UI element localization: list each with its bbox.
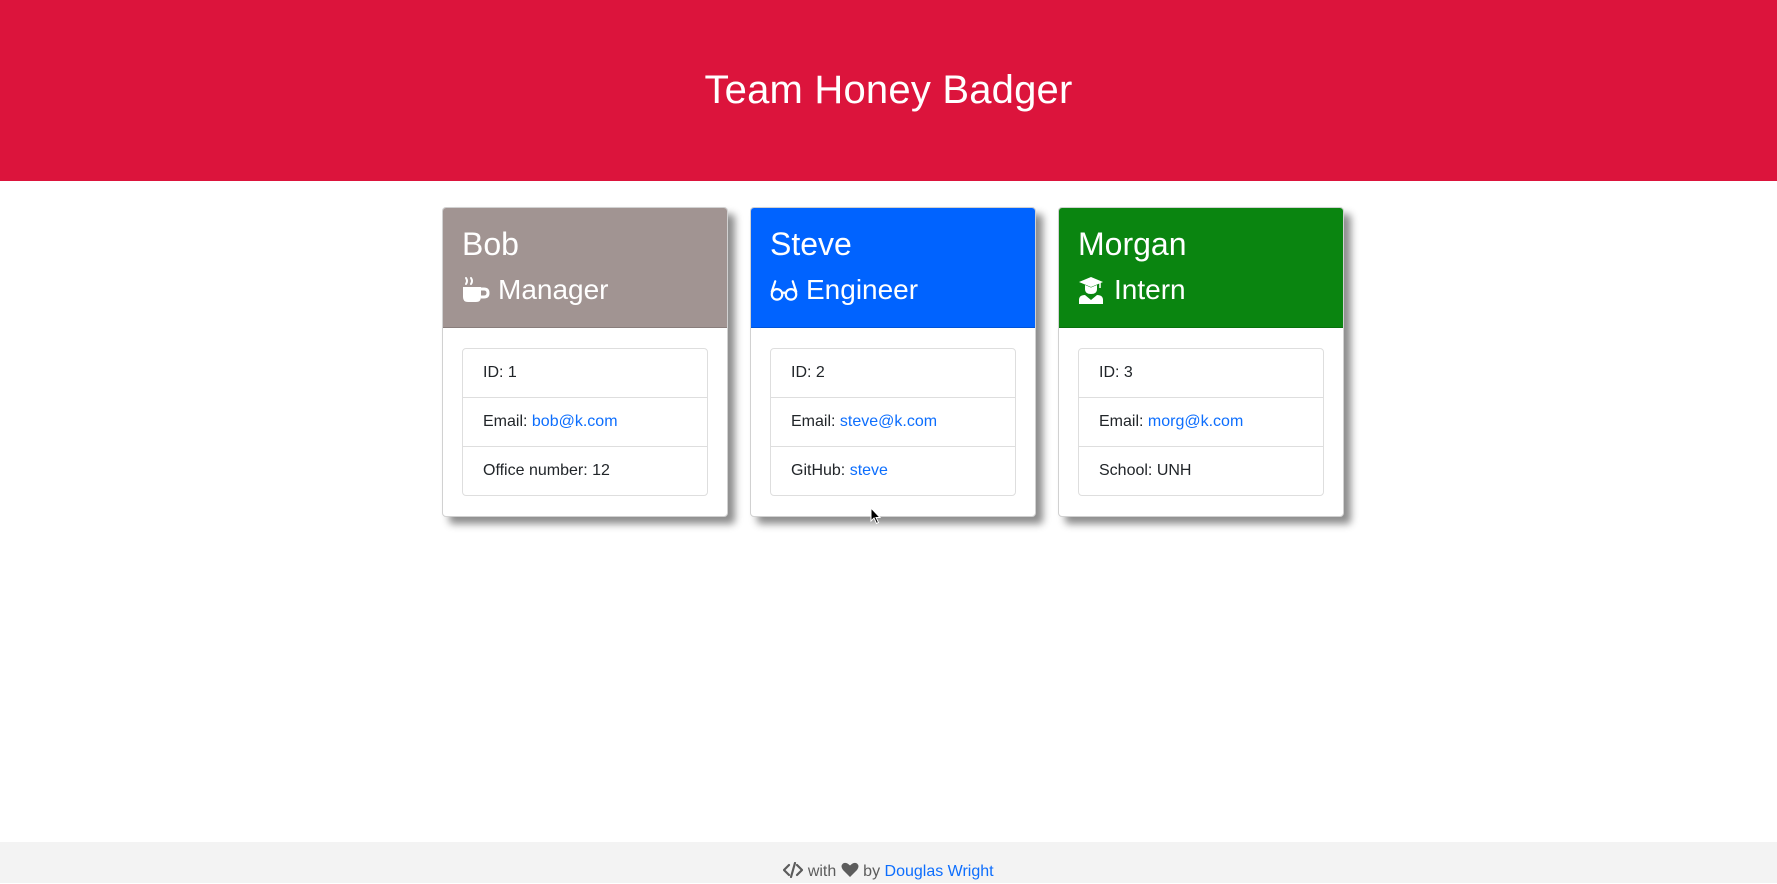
email-link[interactable]: steve@k.com	[840, 413, 937, 430]
card-header: Steve Engineer	[751, 208, 1035, 328]
email-label: Email:	[791, 413, 840, 430]
github-label: GitHub:	[791, 462, 850, 479]
employee-card-engineer: Steve Engineer ID: 2 Email: steve@k.com …	[750, 207, 1036, 517]
employee-details: ID: 1 Email: bob@k.com Office number: 12	[462, 348, 708, 496]
github-link[interactable]: steve	[850, 462, 888, 479]
employee-name: Steve	[770, 226, 852, 262]
employee-id: ID: 1	[463, 349, 707, 398]
school: School: UNH	[1099, 462, 1192, 479]
card-body: ID: 1 Email: bob@k.com Office number: 12	[443, 328, 727, 516]
card-header: Morgan Intern	[1059, 208, 1343, 328]
email-link[interactable]: morg@k.com	[1148, 413, 1243, 430]
heart-icon	[841, 862, 859, 884]
employee-details: ID: 2 Email: steve@k.com GitHub: steve	[770, 348, 1016, 496]
employee-name: Bob	[462, 226, 519, 262]
employee-email-row: Email: steve@k.com	[771, 398, 1015, 447]
code-icon	[783, 861, 804, 884]
employee-card-manager: Bob Manager ID: 1 Email: bob@k.com Offic…	[442, 207, 728, 517]
employee-role-label: Manager	[498, 274, 609, 305]
card-body: ID: 3 Email: morg@k.com School: UNH	[1059, 328, 1343, 516]
office-number: Office number: 12	[483, 462, 610, 479]
employee-card-intern: Morgan Intern ID: 3 Email: morg@k.com Sc…	[1058, 207, 1344, 517]
employee-email-row: Email: bob@k.com	[463, 398, 707, 447]
card-body: ID: 2 Email: steve@k.com GitHub: steve	[751, 328, 1035, 516]
author-link[interactable]: Douglas Wright	[885, 863, 994, 880]
github-row: GitHub: steve	[771, 447, 1015, 495]
employee-role: Engineer	[770, 270, 1016, 310]
employee-details: ID: 3 Email: morg@k.com School: UNH	[1078, 348, 1324, 496]
page-title: Team Honey Badger	[704, 68, 1073, 112]
email-label: Email:	[483, 413, 532, 430]
employee-email-row: Email: morg@k.com	[1079, 398, 1323, 447]
glasses-icon	[770, 276, 798, 304]
page-footer: with by Douglas Wright	[0, 842, 1777, 883]
graduate-icon	[1078, 276, 1106, 304]
footer-with-text: with	[803, 863, 841, 880]
email-label: Email:	[1099, 413, 1148, 430]
employee-id: ID: 3	[1079, 349, 1323, 398]
mouse-cursor-icon	[870, 506, 882, 530]
employee-name: Morgan	[1078, 226, 1187, 262]
page-header: Team Honey Badger	[0, 0, 1777, 181]
card-header: Bob Manager	[443, 208, 727, 328]
employee-id: ID: 2	[771, 349, 1015, 398]
employee-role: Intern	[1078, 270, 1324, 310]
email-link[interactable]: bob@k.com	[532, 413, 618, 430]
employee-role-label: Engineer	[806, 274, 919, 305]
footer-by-text: by	[858, 863, 885, 880]
mug-icon	[462, 276, 490, 304]
employee-role-label: Intern	[1114, 274, 1186, 305]
team-cards: Bob Manager ID: 1 Email: bob@k.com Offic…	[442, 207, 1344, 517]
employee-role: Manager	[462, 270, 708, 310]
